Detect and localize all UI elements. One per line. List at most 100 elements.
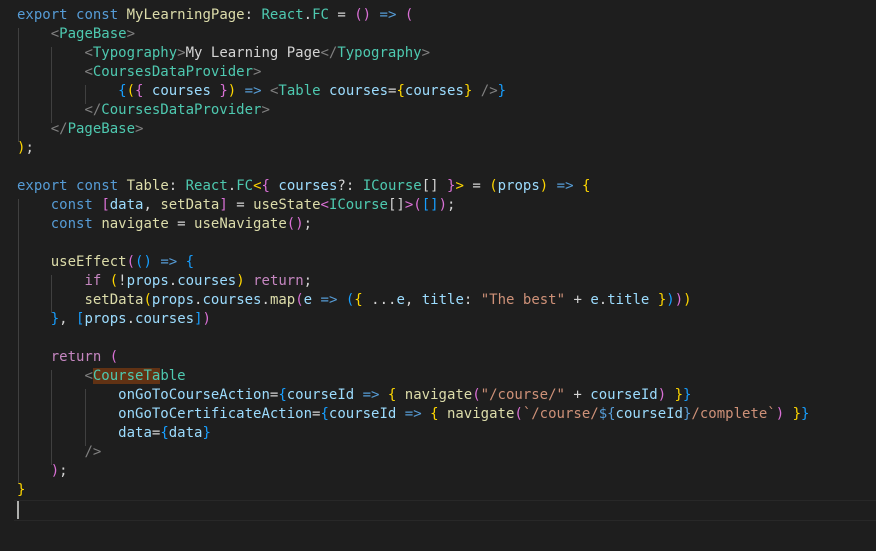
code-line[interactable]: export const Table: React.FC<{ courses?:… [17,177,590,196]
code-line[interactable]: setData(props.courses.map(e => ({ ...e, … [17,291,691,310]
code-token: => [244,83,262,99]
code-token: navigate [404,387,473,403]
code-token: "The best" [480,292,566,308]
code-token: Table [278,83,321,99]
code-token: ! [118,273,127,289]
code-line[interactable]: </PageBase> [17,120,144,139]
code-token: data [118,425,152,441]
code-token: Typography [337,45,422,61]
code-line[interactable]: const [data, setData] = useState<ICourse… [17,196,456,215]
code-line[interactable]: onGoToCertificateAction={courseId => { n… [17,405,809,424]
code-line[interactable]: onGoToCourseAction={courseId => { naviga… [17,386,691,405]
code-line[interactable]: ); [17,462,68,481]
code-line[interactable]: <CourseTable [17,367,186,386]
code-token: ; [303,216,313,232]
code-token: useEffect [50,254,127,270]
code-line[interactable]: <CoursesDataProvider> [17,63,261,82]
code-line[interactable]: <Typography>My Learning Page</Typography… [17,44,430,63]
code-token: { [261,178,270,194]
code-line[interactable]: <PageBase> [17,25,135,44]
code-token: e [303,292,313,308]
code-token: setData [84,292,144,308]
code-line[interactable]: export const MyLearningPage: React.FC = … [17,6,413,25]
code-line[interactable]: data={data} [17,424,211,443]
code-token: const [50,216,93,232]
code-token: useNavigate [194,216,287,232]
code-line[interactable]: {({ courses }) => <Table courses={course… [17,82,506,101]
code-token: `/course/ [522,406,599,422]
code-token: e [396,292,405,308]
current-line-highlight [14,500,876,521]
code-token: () [135,254,152,270]
code-token: ] [219,197,228,213]
code-line[interactable]: } [17,481,25,500]
code-token: < [320,197,329,213]
code-token: { [118,83,127,99]
code-line[interactable]: useEffect(() => { [17,253,194,272]
code-token: => [404,406,422,422]
code-token: ?: [337,178,363,194]
code-token: ) [657,387,667,403]
code-editor[interactable]: export const MyLearningPage: React.FC = … [0,0,876,551]
code-token: + [564,387,591,403]
code-token: < [50,26,60,42]
code-token: : [463,292,481,308]
code-line[interactable]: }, [props.courses]) [17,310,211,329]
code-token: /> [480,83,498,99]
code-token: data [168,425,203,441]
code-token: export [17,178,68,194]
code-line[interactable]: const navigate = useNavigate(); [17,215,312,234]
code-token: title [421,292,464,308]
code-token: data [109,197,144,213]
code-token: ( [489,178,498,194]
code-token: [] [421,178,448,194]
code-token: = [463,178,490,194]
code-token: Typography [92,45,178,61]
code-token: > [455,178,464,194]
code-line[interactable]: ); [17,139,34,158]
code-token: => [379,7,397,23]
code-token: . [227,178,237,194]
code-token: ) [236,273,245,289]
code-line[interactable]: return ( [17,348,118,367]
code-token: CourseTa [92,368,161,384]
code-token: courses [329,83,389,99]
code-token: ... [362,292,397,308]
code-token: , [404,292,422,308]
code-token: courseId [328,406,397,422]
code-token: . [168,273,178,289]
code-token: } [792,406,802,422]
code-token: ${ [598,406,616,422]
code-line[interactable]: /> [17,443,101,462]
code-token: => [320,292,338,308]
code-token: ( [126,83,136,99]
code-token: ] [194,311,203,327]
code-line[interactable]: </CoursesDataProvider> [17,101,269,120]
code-token: { [581,178,591,194]
code-token: My Learning Page [185,45,321,61]
code-token: } [497,83,507,99]
code-token: const [50,197,93,213]
code-token: const [76,178,119,194]
code-token: = [227,197,254,213]
code-line[interactable]: if (!props.courses) return; [17,272,312,291]
code-token: props [84,311,127,327]
